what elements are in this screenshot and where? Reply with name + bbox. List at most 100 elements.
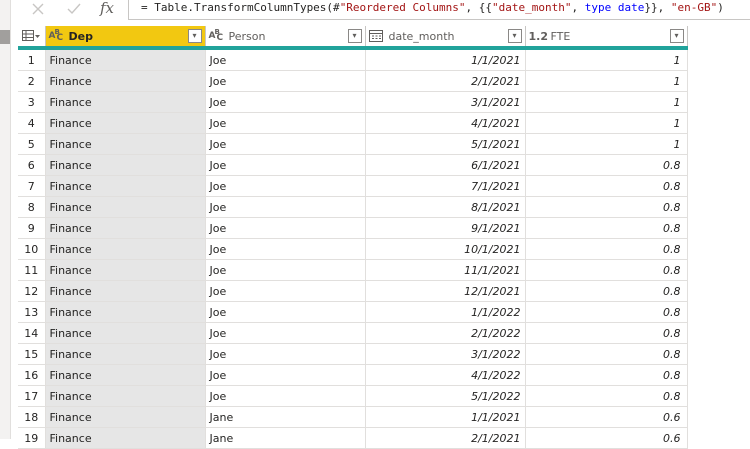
cell-dep[interactable]: Finance — [45, 217, 206, 239]
cell-date-month[interactable]: 3/1/2022 — [365, 343, 526, 365]
cell-date-month[interactable]: 7/1/2021 — [365, 175, 526, 197]
table-row[interactable]: 11 Finance Joe 11/1/2021 0.8 — [18, 259, 688, 281]
table-row[interactable]: 7 Finance Joe 7/1/2021 0.8 — [18, 175, 688, 197]
row-number[interactable]: 5 — [18, 133, 46, 155]
check-icon[interactable] — [66, 0, 82, 18]
table-row[interactable]: 1 Finance Joe 1/1/2021 1 — [18, 48, 688, 71]
cell-dep[interactable]: Finance — [45, 91, 206, 113]
row-number[interactable]: 6 — [18, 154, 46, 176]
cell-person[interactable]: Joe — [205, 196, 366, 218]
table-row[interactable]: 9 Finance Joe 9/1/2021 0.8 — [18, 217, 688, 239]
cell-fte[interactable]: 0.8 — [525, 280, 688, 302]
table-row[interactable]: 8 Finance Joe 8/1/2021 0.8 — [18, 196, 688, 218]
cell-date-month[interactable]: 12/1/2021 — [365, 280, 526, 302]
cell-dep[interactable]: Finance — [45, 280, 206, 302]
chevron-down-icon[interactable]: ▾ — [669, 29, 684, 43]
chevron-down-icon[interactable]: ▾ — [187, 29, 202, 43]
table-row[interactable]: 5 Finance Joe 5/1/2021 1 — [18, 133, 688, 155]
text-type-icon[interactable]: ABC — [49, 28, 69, 43]
cell-fte[interactable]: 0.6 — [525, 406, 688, 428]
row-number[interactable]: 17 — [18, 385, 46, 407]
cell-dep[interactable]: Finance — [45, 238, 206, 260]
column-header-fte[interactable]: 1.2 FTE ▾ — [525, 26, 688, 50]
fx-icon[interactable]: fx — [100, 0, 120, 18]
cell-fte[interactable]: 0.8 — [525, 385, 688, 407]
cell-date-month[interactable]: 2/1/2021 — [365, 70, 526, 92]
cell-dep[interactable]: Finance — [45, 343, 206, 365]
cell-date-month[interactable]: 8/1/2021 — [365, 196, 526, 218]
chevron-down-icon[interactable]: ▾ — [507, 29, 522, 43]
table-row[interactable]: 6 Finance Joe 6/1/2021 0.8 — [18, 154, 688, 176]
row-number[interactable]: 7 — [18, 175, 46, 197]
cell-dep[interactable]: Finance — [45, 301, 206, 323]
table-row[interactable]: 4 Finance Joe 4/1/2021 1 — [18, 112, 688, 134]
row-number[interactable]: 12 — [18, 280, 46, 302]
cell-person[interactable]: Joe — [205, 70, 366, 92]
cell-dep[interactable]: Finance — [45, 385, 206, 407]
cell-fte[interactable]: 0.8 — [525, 175, 688, 197]
cell-fte[interactable]: 0.8 — [525, 217, 688, 239]
cell-fte[interactable]: 0.8 — [525, 301, 688, 323]
row-number[interactable]: 18 — [18, 406, 46, 428]
decimal-type-icon[interactable]: 1.2 — [529, 30, 551, 43]
table-row[interactable]: 2 Finance Joe 2/1/2021 1 — [18, 70, 688, 92]
table-row[interactable]: 15 Finance Joe 3/1/2022 0.8 — [18, 343, 688, 365]
cell-person[interactable]: Joe — [205, 385, 366, 407]
cell-date-month[interactable]: 4/1/2022 — [365, 364, 526, 386]
cell-person[interactable]: Jane — [205, 427, 366, 449]
cell-fte[interactable]: 0.8 — [525, 322, 688, 344]
cell-person[interactable]: Joe — [205, 280, 366, 302]
cell-fte[interactable]: 0.8 — [525, 343, 688, 365]
cell-dep[interactable]: Finance — [45, 196, 206, 218]
cell-date-month[interactable]: 4/1/2021 — [365, 112, 526, 134]
column-header-person[interactable]: ABC Person ▾ — [205, 26, 366, 50]
text-type-icon[interactable]: ABC — [209, 28, 229, 43]
cell-person[interactable]: Jane — [205, 406, 366, 428]
row-number[interactable]: 16 — [18, 364, 46, 386]
cell-dep[interactable]: Finance — [45, 427, 206, 449]
row-number[interactable]: 11 — [18, 259, 46, 281]
cell-person[interactable]: Joe — [205, 301, 366, 323]
cell-dep[interactable]: Finance — [45, 133, 206, 155]
cell-person[interactable]: Joe — [205, 48, 366, 71]
cell-dep[interactable]: Finance — [45, 70, 206, 92]
cell-date-month[interactable]: 3/1/2021 — [365, 91, 526, 113]
column-header-dep[interactable]: ABC Dep ▾ — [45, 26, 206, 50]
cell-fte[interactable]: 1 — [525, 112, 688, 134]
row-number[interactable]: 1 — [18, 48, 46, 71]
cell-date-month[interactable]: 1/1/2021 — [365, 48, 526, 71]
table-row[interactable]: 19 Finance Jane 2/1/2021 0.6 — [18, 427, 688, 449]
cell-person[interactable]: Joe — [205, 133, 366, 155]
row-number[interactable]: 14 — [18, 322, 46, 344]
cell-person[interactable]: Joe — [205, 238, 366, 260]
cell-dep[interactable]: Finance — [45, 364, 206, 386]
row-number[interactable]: 15 — [18, 343, 46, 365]
cell-date-month[interactable]: 1/1/2021 — [365, 406, 526, 428]
cell-date-month[interactable]: 1/1/2022 — [365, 301, 526, 323]
cell-fte[interactable]: 0.8 — [525, 154, 688, 176]
table-row[interactable]: 12 Finance Joe 12/1/2021 0.8 — [18, 280, 688, 302]
formula-input[interactable]: = Table.TransformColumnTypes(#"Reordered… — [128, 0, 750, 20]
table-row[interactable]: 14 Finance Joe 2/1/2022 0.8 — [18, 322, 688, 344]
table-row[interactable]: 18 Finance Jane 1/1/2021 0.6 — [18, 406, 688, 428]
cell-fte[interactable]: 1 — [525, 133, 688, 155]
row-number[interactable]: 2 — [18, 70, 46, 92]
cell-person[interactable]: Joe — [205, 343, 366, 365]
cell-date-month[interactable]: 2/1/2021 — [365, 427, 526, 449]
cell-fte[interactable]: 1 — [525, 48, 688, 71]
cell-fte[interactable]: 1 — [525, 70, 688, 92]
cell-person[interactable]: Joe — [205, 175, 366, 197]
cell-date-month[interactable]: 11/1/2021 — [365, 259, 526, 281]
cell-person[interactable]: Joe — [205, 154, 366, 176]
cell-date-month[interactable]: 5/1/2022 — [365, 385, 526, 407]
cell-person[interactable]: Joe — [205, 322, 366, 344]
cell-date-month[interactable]: 9/1/2021 — [365, 217, 526, 239]
cell-person[interactable]: Joe — [205, 364, 366, 386]
row-number[interactable]: 19 — [18, 427, 46, 449]
row-number[interactable]: 10 — [18, 238, 46, 260]
cell-fte[interactable]: 0.8 — [525, 259, 688, 281]
queries-pane-collapsed[interactable] — [0, 20, 11, 439]
table-row[interactable]: 16 Finance Joe 4/1/2022 0.8 — [18, 364, 688, 386]
cell-dep[interactable]: Finance — [45, 112, 206, 134]
cell-person[interactable]: Joe — [205, 112, 366, 134]
